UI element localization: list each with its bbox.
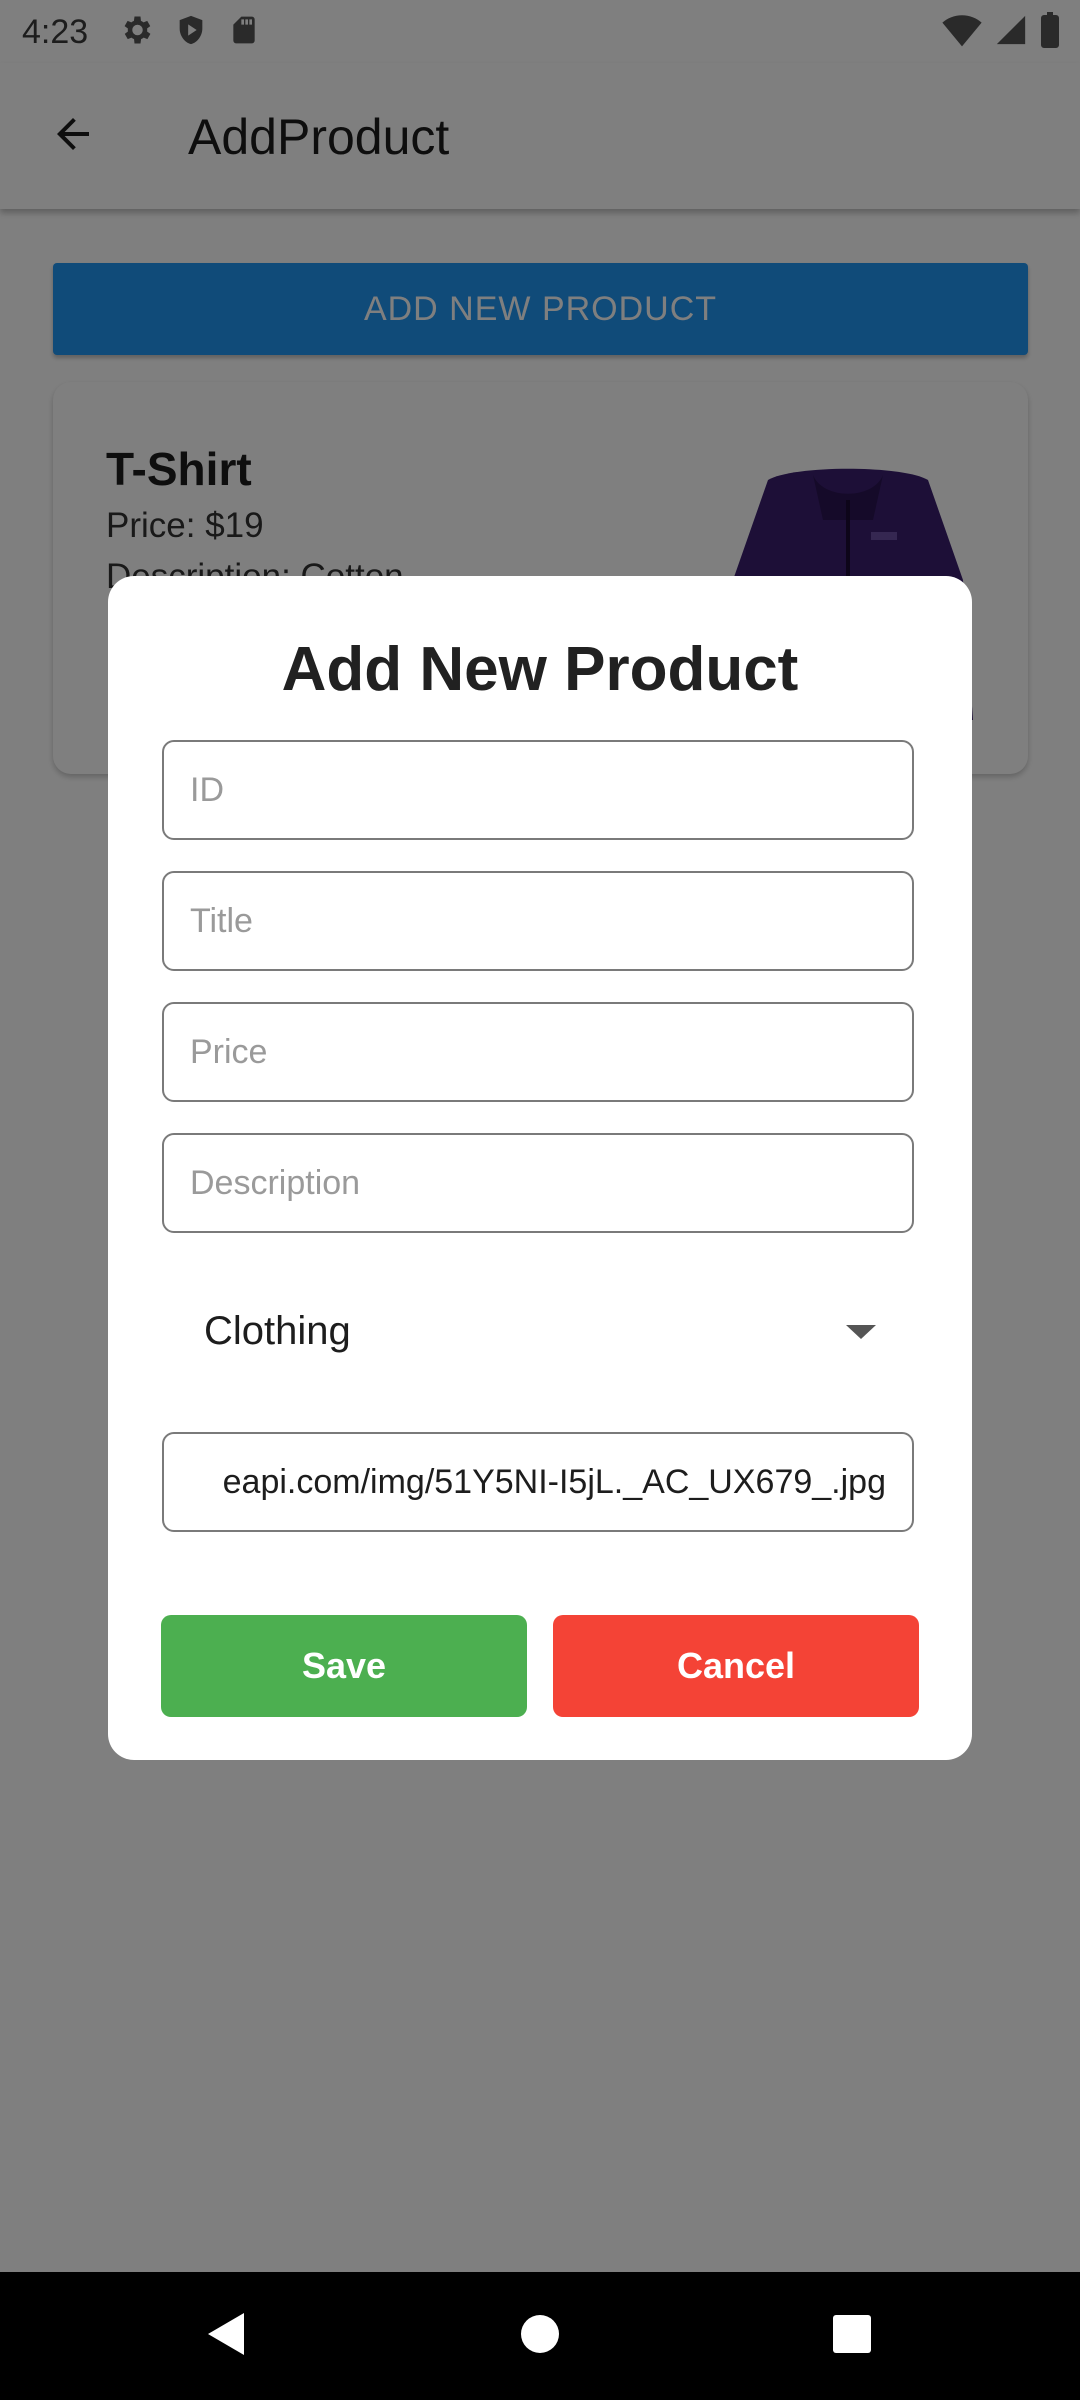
- title-field[interactable]: [162, 871, 914, 971]
- save-button[interactable]: Save: [161, 1615, 527, 1717]
- id-input[interactable]: [164, 742, 912, 838]
- image-url-field[interactable]: eapi.com/img/51Y5NI-I5jL._AC_UX679_.jpg: [162, 1432, 914, 1532]
- dialog-title: Add New Product: [281, 635, 799, 704]
- add-product-dialog: Add New Product Clothing eapi.com/img/51…: [108, 576, 972, 1760]
- description-input[interactable]: [164, 1135, 912, 1231]
- image-url-clip: eapi.com/img/51Y5NI-I5jL._AC_UX679_.jpg: [188, 1434, 912, 1530]
- dropdown-arrow-icon: [846, 1323, 876, 1341]
- navigation-bar: [0, 2272, 1080, 2400]
- nav-recents-icon: [832, 2314, 872, 2359]
- nav-back-icon: [204, 2311, 248, 2362]
- price-field[interactable]: [162, 1002, 914, 1102]
- cancel-button[interactable]: Cancel: [553, 1615, 919, 1717]
- price-input[interactable]: [164, 1004, 912, 1100]
- nav-home-button[interactable]: [500, 2296, 580, 2376]
- id-field[interactable]: [162, 740, 914, 840]
- nav-recents-button[interactable]: [812, 2296, 892, 2376]
- title-input[interactable]: [164, 873, 912, 969]
- category-selected-value: Clothing: [204, 1309, 351, 1353]
- category-dropdown[interactable]: Clothing: [162, 1277, 914, 1387]
- image-url-value: eapi.com/img/51Y5NI-I5jL._AC_UX679_.jpg: [222, 1463, 886, 1501]
- nav-back-button[interactable]: [186, 2296, 266, 2376]
- description-field[interactable]: [162, 1133, 914, 1233]
- nav-home-icon: [520, 2314, 560, 2359]
